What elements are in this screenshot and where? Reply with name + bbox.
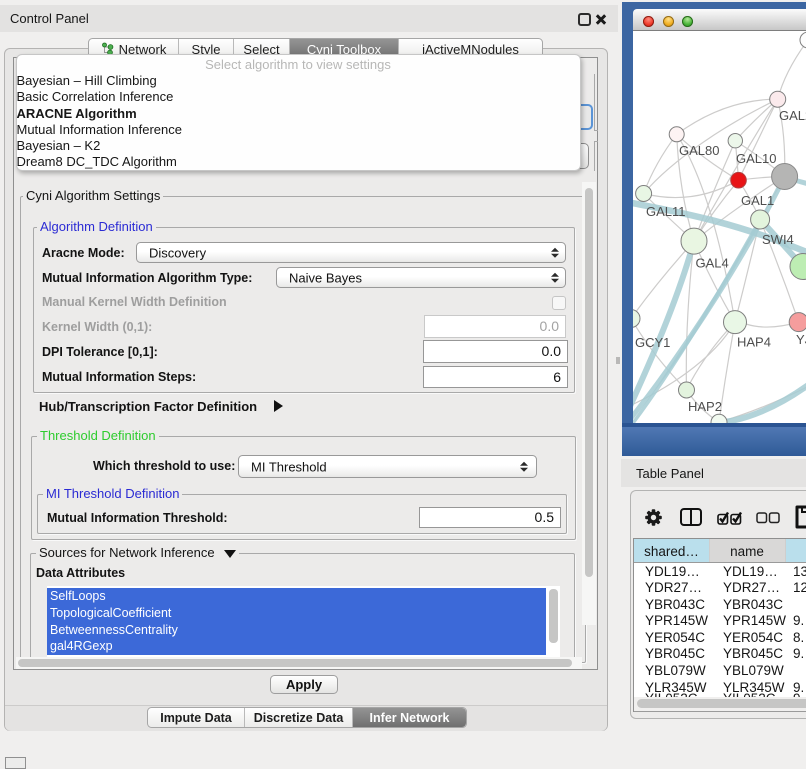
svg-text:GAL10: GAL10 [736, 151, 776, 166]
svg-text:GAL4: GAL4 [696, 255, 729, 270]
svg-text:GAL1: GAL1 [741, 193, 774, 208]
svg-text:GAL2: GAL2 [779, 108, 806, 123]
svg-text:YJ: YJ [796, 332, 806, 347]
svg-text:HAP4: HAP4 [737, 334, 771, 349]
svg-text:GAL11: GAL11 [646, 204, 686, 219]
svg-text:HAP2: HAP2 [688, 399, 722, 414]
svg-text:SWI4: SWI4 [762, 232, 794, 247]
svg-text:GCY1: GCY1 [635, 335, 670, 350]
svg-text:GAL80: GAL80 [679, 143, 719, 158]
